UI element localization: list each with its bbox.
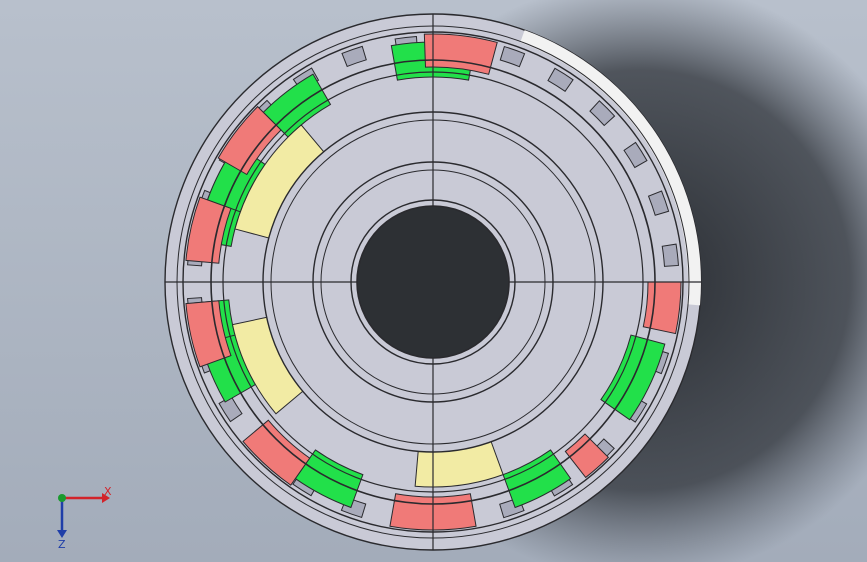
center-bore xyxy=(356,205,510,359)
assembly-model[interactable] xyxy=(164,13,702,551)
red-component xyxy=(642,281,682,335)
z-axis-head xyxy=(57,530,67,538)
outer-slot xyxy=(661,243,679,267)
y-axis-dot xyxy=(58,494,66,502)
model-view[interactable] xyxy=(0,0,867,562)
x-axis-label: X xyxy=(104,485,112,498)
coordinate-triad: X Z xyxy=(57,485,112,550)
graphics-viewport[interactable]: X Z xyxy=(0,0,867,562)
z-axis-label: Z xyxy=(58,538,66,550)
